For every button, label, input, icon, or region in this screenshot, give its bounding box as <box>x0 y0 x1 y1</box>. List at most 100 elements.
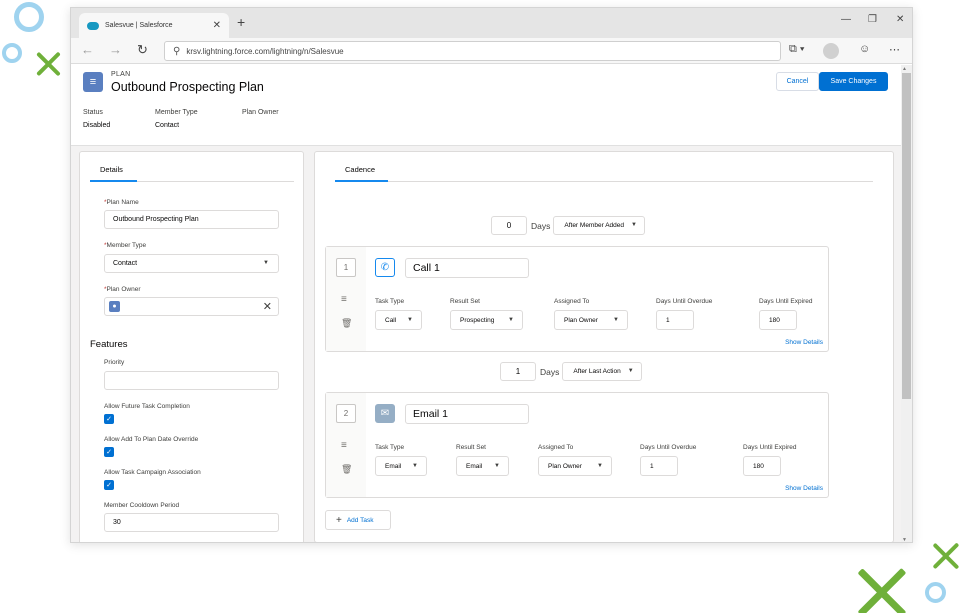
refresh-icon[interactable]: ↻ <box>137 42 148 58</box>
plan-name-input[interactable]: Outbound Prospecting Plan <box>104 210 279 229</box>
allow-campaign-label: Allow Task Campaign Association <box>104 469 201 476</box>
salesforce-cloud-icon <box>87 21 99 30</box>
task-number: 2 <box>336 404 356 423</box>
browser-tab-title: Salesvue | Salesforce <box>105 22 173 29</box>
member-type-field: Member Type Contact <box>155 109 198 129</box>
drag-handle-icon[interactable]: ≡ <box>341 440 347 451</box>
envelope-icon: ✉ <box>375 404 395 423</box>
assigned-to-select[interactable]: Plan Owner <box>554 310 628 330</box>
plan-owner-lookup[interactable]: ● ✕ <box>104 297 279 316</box>
scroll-up-icon[interactable]: ▲ <box>902 66 907 72</box>
back-arrow-icon[interactable]: ← <box>81 42 94 57</box>
details-card: Details *Plan Name Outbound Prospecting … <box>79 151 304 542</box>
add-task-label: Add Task <box>346 516 374 524</box>
status-label: Status <box>83 109 103 116</box>
overdue-label: Days Until Overdue <box>640 444 697 451</box>
overdue-input[interactable]: 1 <box>640 456 678 476</box>
user-icon: ● <box>109 301 120 312</box>
clear-icon[interactable]: ✕ <box>263 300 272 313</box>
phone-icon: ✆ <box>375 258 395 277</box>
record-header: ≡ PLAN Outbound Prospecting Plan Cancel … <box>71 65 903 146</box>
save-changes-button[interactable]: Save Changes <box>819 72 888 91</box>
search-icon: ⚲ <box>173 45 181 57</box>
plan-owner-field-label: *Plan Owner <box>104 286 141 293</box>
cancel-button[interactable]: Cancel <box>776 72 819 91</box>
member-type-select[interactable]: Contact <box>104 254 279 273</box>
status-field: Status Disabled <box>83 109 110 129</box>
priority-input[interactable] <box>104 371 279 390</box>
allow-future-checkbox[interactable]: ✓ <box>104 414 114 424</box>
decor-cross-bottom-small <box>934 544 958 568</box>
scrollbar[interactable]: ▲ ▼ <box>901 65 912 542</box>
cadence-card: Cadence 0 Days After Member Added 1 ≡ 🗑 … <box>314 151 894 542</box>
days-label: Days <box>540 366 560 377</box>
tab-details[interactable]: Details <box>100 165 123 174</box>
overdue-label: Days Until Overdue <box>656 298 713 305</box>
browser-tab-bar: Salesvue | Salesforce ✕ + — ❐ ✕ <box>71 8 912 38</box>
allow-campaign-checkbox[interactable]: ✓ <box>104 480 114 490</box>
assigned-to-label: Assigned To <box>538 444 574 451</box>
allow-add-label: Allow Add To Plan Date Override <box>104 436 199 443</box>
result-set-label: Result Set <box>456 444 486 451</box>
tab-rule <box>137 181 294 182</box>
tab-cadence[interactable]: Cadence <box>345 165 375 174</box>
emoji-feedback-icon[interactable]: ☺ <box>859 43 870 55</box>
assigned-to-select[interactable]: Plan Owner <box>538 456 612 476</box>
decor-ring-small <box>2 43 22 63</box>
more-menu-icon[interactable]: ⋯ <box>889 43 900 56</box>
member-type-label: Member Type <box>155 109 198 116</box>
initial-trigger-select[interactable]: After Member Added <box>553 216 645 235</box>
between-trigger-select[interactable]: After Last Action <box>562 362 642 381</box>
plan-owner-label: Plan Owner <box>242 109 279 116</box>
scrollbar-thumb[interactable] <box>902 73 911 399</box>
tab-details-underline <box>90 180 137 182</box>
close-window-icon[interactable]: ✕ <box>896 14 904 25</box>
result-set-select[interactable]: Prospecting <box>450 310 523 330</box>
allow-add-checkbox[interactable]: ✓ <box>104 447 114 457</box>
browser-window: Salesvue | Salesforce ✕ + — ❐ ✕ ← → ↻ ⚲ … <box>70 7 913 543</box>
decor-cross-left <box>37 53 59 75</box>
overdue-input[interactable]: 1 <box>656 310 694 330</box>
assigned-to-label: Assigned To <box>554 298 590 305</box>
task-name-input[interactable]: Call 1 <box>405 258 529 278</box>
close-tab-icon[interactable]: ✕ <box>213 20 221 31</box>
collections-icon[interactable]: ⧉ ▾ <box>789 43 805 56</box>
expired-input[interactable]: 180 <box>743 456 781 476</box>
page-title: Outbound Prospecting Plan <box>111 80 264 94</box>
object-label: PLAN <box>111 71 131 78</box>
forward-arrow-icon[interactable]: → <box>109 42 122 57</box>
expired-label: Days Until Expired <box>759 298 813 305</box>
tab-cadence-underline <box>335 180 388 182</box>
show-details-link[interactable]: Show Details <box>785 339 823 346</box>
initial-days-input[interactable]: 0 <box>491 216 527 235</box>
decor-ring-bottom <box>925 582 946 603</box>
task-type-select[interactable]: Email <box>375 456 427 476</box>
scroll-down-icon[interactable]: ▼ <box>902 537 907 542</box>
profile-avatar[interactable] <box>823 43 839 59</box>
cooldown-input[interactable]: 30 <box>104 513 279 532</box>
minimize-icon[interactable]: — <box>841 14 851 25</box>
days-label: Days <box>531 220 551 231</box>
result-set-label: Result Set <box>450 298 480 305</box>
add-task-button[interactable]: + Add Task <box>325 510 391 530</box>
task-name-input[interactable]: Email 1 <box>405 404 529 424</box>
restore-icon[interactable]: ❐ <box>868 14 877 25</box>
result-set-select[interactable]: Email <box>456 456 509 476</box>
between-delay-row: 1 Days After Last Action <box>500 362 642 381</box>
task-type-select[interactable]: Call <box>375 310 422 330</box>
priority-label: Priority <box>104 359 125 366</box>
trash-icon[interactable]: 🗑 <box>341 318 352 329</box>
show-details-link[interactable]: Show Details <box>785 485 823 492</box>
new-tab-icon[interactable]: + <box>237 14 245 30</box>
task-card: 2 ≡ 🗑 ✉ Email 1 Task Type Email Result S… <box>325 392 829 498</box>
expired-input[interactable]: 180 <box>759 310 797 330</box>
trash-icon[interactable]: 🗑 <box>341 464 352 475</box>
between-days-input[interactable]: 1 <box>500 362 536 381</box>
url-field[interactable]: ⚲ krsv.lightning.force.com/lightning/n/S… <box>164 41 781 61</box>
drag-handle-icon[interactable]: ≡ <box>341 294 347 305</box>
member-type-field-label: *Member Type <box>104 242 147 249</box>
browser-tab[interactable]: Salesvue | Salesforce ✕ <box>79 13 229 38</box>
decor-ring-large <box>14 2 44 32</box>
features-title: Features <box>90 339 128 350</box>
allow-future-label: Allow Future Task Completion <box>104 403 190 410</box>
